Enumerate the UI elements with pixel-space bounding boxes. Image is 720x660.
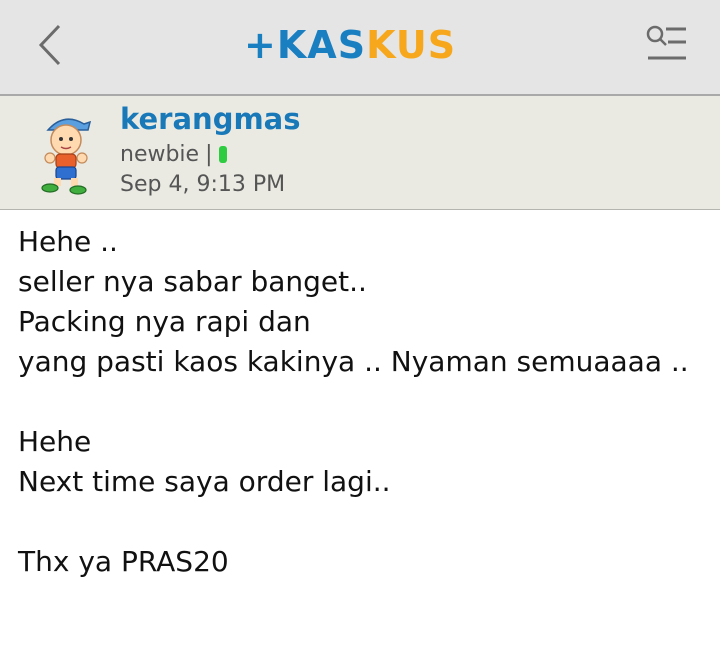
- logo-kus: KUS: [366, 23, 457, 67]
- top-app-bar: + KAS KUS: [0, 0, 720, 96]
- user-rank-line: newbie |: [120, 142, 227, 167]
- search-menu-icon: [646, 25, 686, 60]
- rank-separator: |: [205, 142, 213, 167]
- user-avatar-icon: [41, 118, 92, 195]
- post-line: yang pasti kaos kakinya .. Nyaman semuaa…: [18, 345, 689, 378]
- logo-plus: +: [244, 23, 277, 67]
- post-line: Hehe ..: [18, 225, 118, 258]
- post-timestamp: Sep 4, 9:13 PM: [120, 172, 286, 197]
- username-link[interactable]: kerangmas: [120, 102, 301, 136]
- user-rank: newbie: [120, 142, 200, 167]
- online-status-indicator: [218, 146, 227, 163]
- avatar[interactable]: [34, 108, 98, 196]
- chevron-left-icon: [38, 24, 61, 66]
- post-line: Next time saya order lagi..: [18, 465, 391, 498]
- post-line: Thx ya PRAS20: [18, 545, 229, 578]
- kaskus-logo[interactable]: + KAS KUS: [244, 20, 476, 70]
- search-menu-button[interactable]: [640, 22, 690, 68]
- post-line: seller nya sabar banget..: [18, 265, 367, 298]
- post-line: Packing nya rapi dan: [18, 305, 311, 338]
- back-button[interactable]: [28, 20, 78, 70]
- logo-kas: KAS: [276, 23, 367, 67]
- post-content: Hehe .. seller nya sabar banget.. Packin…: [18, 222, 708, 582]
- post-line: Hehe: [18, 425, 92, 458]
- post-author-bar: kerangmas newbie | Sep 4, 9:13 PM: [0, 96, 720, 210]
